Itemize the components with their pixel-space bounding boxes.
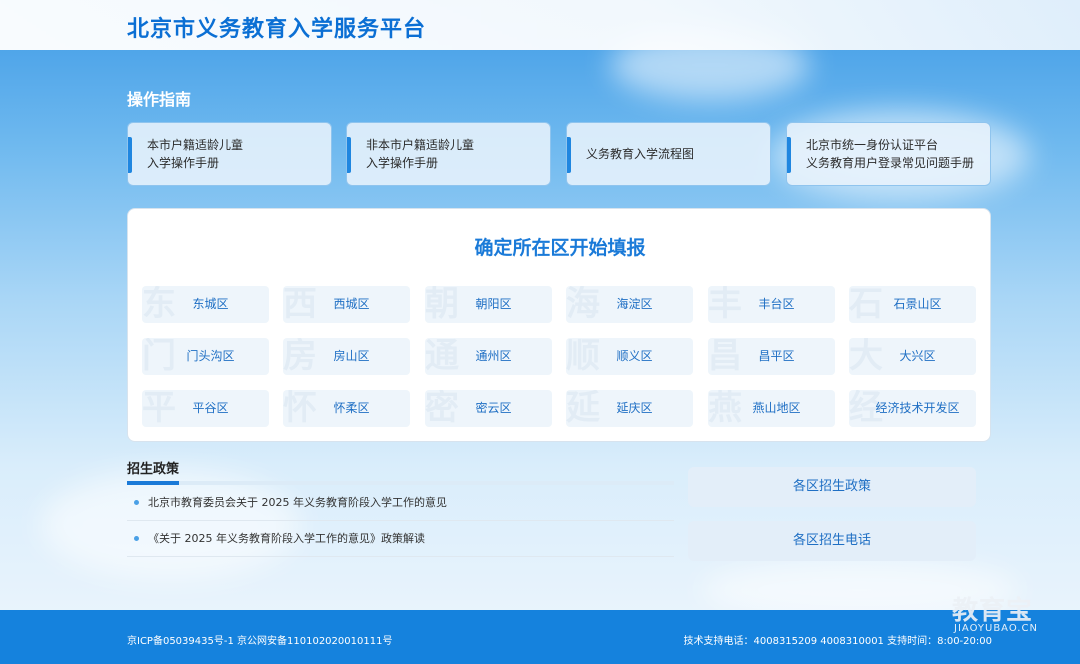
district-label: 西城区	[333, 297, 370, 311]
policy-link-interpretation[interactable]: 《关于 2025 年义务教育阶段入学工作的意见》政策解读	[127, 521, 674, 557]
district-button-dongcheng[interactable]: 东 东城区	[142, 286, 269, 323]
district-label: 燕山地区	[752, 401, 801, 415]
district-label: 大兴区	[899, 349, 936, 363]
district-button-yanshan[interactable]: 燕 燕山地区	[708, 390, 835, 427]
district-label: 平谷区	[192, 401, 229, 415]
district-button-pinggu[interactable]: 平 平谷区	[142, 390, 269, 427]
watermark-logo-en: JIAOYUBAO.CN	[954, 623, 1038, 634]
district-button-xicheng[interactable]: 西 西城区	[283, 286, 410, 323]
watermark-logo: 教育宝 JIAOYUBAO.CN	[952, 590, 1037, 634]
footer-support-info: 技术支持电话：4008315209 4008310001 支持时间：8:00-2…	[683, 636, 993, 647]
district-label: 密云区	[475, 401, 512, 415]
district-button-tongzhou[interactable]: 通 通州区	[425, 338, 552, 375]
watermark-logo-cn: 教育宝	[952, 596, 1034, 626]
district-button-huairou[interactable]: 怀 怀柔区	[283, 390, 410, 427]
guide-card-line1: 义务教育入学流程图	[586, 147, 695, 161]
site-title: 北京市义务教育入学服务平台	[127, 17, 427, 42]
guide-card-line2: 入学操作手册	[366, 156, 439, 170]
district-button-changping[interactable]: 昌 昌平区	[708, 338, 835, 375]
guide-card-line2: 义务教育用户登录常见问题手册	[806, 156, 975, 170]
district-button-yanqing[interactable]: 延 延庆区	[566, 390, 693, 427]
district-label: 昌平区	[758, 349, 795, 363]
district-policy-button[interactable]: 各区招生政策	[688, 467, 976, 507]
guide-card-flowchart[interactable]: 义务教育入学流程图	[566, 122, 771, 186]
district-label: 石景山区	[893, 297, 942, 311]
site-footer: 京ICP备05039435号-1 京公网安备110102020010111号 技…	[0, 610, 1080, 664]
guide-card-auth-faq[interactable]: 北京市统一身份认证平台 义务教育用户登录常见问题手册	[786, 122, 991, 186]
district-panel: 确定所在区开始填报 东 东城区 西 西城区 朝 朝阳区 海 海淀区 丰 丰台区 …	[127, 208, 991, 442]
district-button-econ-dev-zone[interactable]: 经 经济技术开发区	[849, 390, 976, 427]
district-button-chaoyang[interactable]: 朝 朝阳区	[425, 286, 552, 323]
district-button-fengtai[interactable]: 丰 丰台区	[708, 286, 835, 323]
policy-heading: 招生政策	[127, 462, 180, 477]
district-label: 通州区	[475, 349, 512, 363]
district-label: 延庆区	[616, 401, 653, 415]
guide-card-line1: 非本市户籍适龄儿童	[366, 138, 475, 152]
policy-link-opinion[interactable]: 北京市教育委员会关于 2025 年义务教育阶段入学工作的意见	[127, 485, 674, 521]
district-label: 东城区	[192, 297, 229, 311]
district-phone-button[interactable]: 各区招生电话	[688, 521, 976, 561]
district-label: 海淀区	[616, 297, 653, 311]
guide-card-local-children[interactable]: 本市户籍适龄儿童 入学操作手册	[127, 122, 332, 186]
district-label: 朝阳区	[475, 297, 512, 311]
site-header: 北京市义务教育入学服务平台	[0, 0, 1080, 50]
guide-card-line1: 北京市统一身份认证平台	[806, 138, 939, 152]
district-label: 经济技术开发区	[875, 401, 960, 415]
district-button-fangshan[interactable]: 房 房山区	[283, 338, 410, 375]
district-button-mentougou[interactable]: 门 门头沟区	[142, 338, 269, 375]
district-label: 门头沟区	[186, 349, 235, 363]
district-button-haidian[interactable]: 海 海淀区	[566, 286, 693, 323]
district-button-shunyi[interactable]: 顺 顺义区	[566, 338, 693, 375]
guide-section-title: 操作指南	[127, 90, 192, 109]
district-heading: 确定所在区开始填报	[474, 237, 646, 259]
district-button-daxing[interactable]: 大 大兴区	[849, 338, 976, 375]
footer-icp-record: 京ICP备05039435号-1 京公网安备110102020010111号	[127, 636, 393, 647]
district-button-shijingshan[interactable]: 石 石景山区	[849, 286, 976, 323]
district-label: 顺义区	[616, 349, 653, 363]
guide-card-nonlocal-children[interactable]: 非本市户籍适龄儿童 入学操作手册	[346, 122, 551, 186]
district-label: 丰台区	[758, 297, 795, 311]
district-label: 怀柔区	[333, 401, 370, 415]
district-label: 房山区	[333, 349, 370, 363]
district-button-miyun[interactable]: 密 密云区	[425, 390, 552, 427]
guide-card-line1: 本市户籍适龄儿童	[147, 138, 244, 152]
guide-card-line2: 入学操作手册	[147, 156, 220, 170]
